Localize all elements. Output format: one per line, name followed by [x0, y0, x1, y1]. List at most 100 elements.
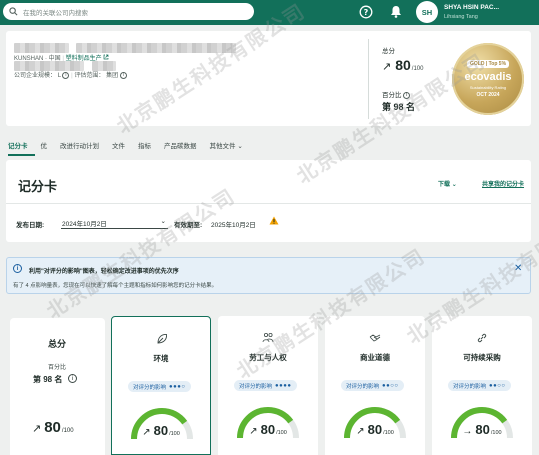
theme-score-value: 80 — [475, 422, 490, 437]
redacted-name — [76, 43, 236, 53]
main-tabs: 记分卡 优 改进行动计划 文件 指标 产品碳数据 其他文件 ⌄ — [8, 140, 256, 156]
valid-until-value: 2025年10月2日 — [211, 222, 256, 229]
company-size-label: 公司企业规模： — [14, 73, 57, 79]
share-scorecard-button[interactable]: 共享我的记分卡 — [482, 179, 524, 188]
overall-score-value: 80 — [44, 419, 61, 436]
theme-score-denominator: /100 — [169, 431, 180, 437]
trend-flat-icon: → — [462, 426, 473, 437]
chevron-down-icon: ⌄ — [237, 143, 243, 150]
company-size-value: L — [57, 73, 61, 79]
percentile-label: 百分比 — [48, 365, 67, 371]
trend-up-icon: ↗ — [356, 426, 365, 437]
publish-date-value: 2024年10月2日 — [62, 221, 107, 228]
percentile-rank: 第 98 名 — [33, 375, 63, 384]
theme-name: 可持续采购 — [463, 353, 501, 362]
download-button[interactable]: 下载 ⌄ — [438, 179, 457, 188]
banner-description: 有了 4 点影响量表，您现在可以快速了解每个主题和指标如何影响您的记分卡结果。 — [13, 283, 218, 289]
account-company-name[interactable]: SHYA HSIN PAC... — [444, 4, 499, 11]
external-link-icon — [103, 54, 109, 60]
valid-until-label: 有效期至: — [174, 222, 203, 229]
publish-date-select[interactable]: 2024年10月2日 ⌄ — [61, 214, 168, 229]
info-icon[interactable]: i — [62, 71, 70, 79]
handshake-icon — [369, 334, 381, 342]
theme-score-value: 80 — [153, 423, 169, 438]
total-score: ↗ 80 /100 — [382, 57, 423, 73]
theme-card-environment[interactable]: 环境 对评分的影响 ●●●○ ↗ 80/100 — [111, 316, 211, 455]
impact-badge: 对评分的影响 ●●●○ — [128, 381, 191, 392]
total-score-label: 总分 — [382, 48, 395, 55]
theme-card-ethics[interactable]: 商业道德 对评分的影响 ●●○○ ↗ 80/100 — [325, 316, 425, 455]
search-input[interactable]: 在我的关联公司内搜索 — [3, 3, 254, 20]
info-icon[interactable]: i — [403, 91, 411, 99]
help-icon[interactable]: ? — [358, 4, 373, 19]
total-score-label: 总分 — [48, 339, 67, 349]
page-title: 记分卡 — [18, 179, 58, 194]
company-sector-link[interactable]: 塑料制品生产 — [66, 56, 102, 62]
theme-score: ↗ 80/100 — [325, 422, 425, 437]
impact-dots: ●●●● — [275, 382, 292, 389]
warning-icon — [269, 216, 279, 227]
theme-card-sustainable-procurement[interactable]: 可持续采购 对评分的影响 ●●○○ → 80/100 — [432, 316, 532, 455]
theme-name: 环境 — [153, 354, 169, 363]
link-chain-icon — [477, 333, 487, 343]
redacted-name — [14, 43, 69, 53]
banner-title: 利用"对评分的影响"图表，轻松确定改进事项的优先次序 — [29, 269, 179, 275]
impact-badge: 对评分的影响 ●●●● — [234, 380, 297, 391]
theme-name: 商业道德 — [360, 353, 390, 362]
tab-product-carbon[interactable]: 产品碳数据 — [164, 140, 204, 156]
tab-metrics[interactable]: 指标 — [138, 140, 158, 156]
people-icon — [262, 332, 274, 343]
overall-score-panel: 总分 百分比 第 98 名 i ↗ 80 /100 — [10, 318, 105, 455]
scope-label: 评估范围： — [74, 73, 105, 79]
notification-bell-icon[interactable] — [388, 4, 403, 19]
theme-score-denominator: /100 — [490, 430, 502, 436]
theme-card-labor-human-rights[interactable]: 劳工与人权 对评分的影响 ●●●● ↗ 80/100 — [218, 316, 318, 455]
impact-badge: 对评分的影响 ●●○○ — [341, 380, 404, 391]
search-placeholder: 在我的关联公司内搜索 — [23, 9, 88, 17]
close-icon[interactable]: ✕ — [514, 263, 522, 274]
avatar[interactable]: SH — [416, 1, 438, 23]
top-bar: 在我的关联公司内搜索 ? SH SHYA HSIN PAC... Lihsian… — [0, 0, 539, 25]
percentile-label: 百分比 i — [382, 89, 411, 99]
total-score-denominator: /100 — [411, 66, 424, 72]
theme-score-value: 80 — [260, 422, 276, 437]
chevron-down-icon: ⌄ — [160, 218, 166, 225]
medal-date: OCT 2024 — [476, 92, 500, 98]
divider — [368, 39, 369, 119]
tab-corrective-action-plan[interactable]: 改进行动计划 — [60, 140, 106, 156]
trend-up-icon: ↗ — [382, 61, 392, 73]
company-meta: 公司企业规模： L i | 评估范围： 集团 i — [14, 70, 127, 79]
trend-up-icon: ↗ — [249, 426, 258, 437]
scope-value: 集团 — [106, 73, 119, 79]
tab-other-documents[interactable]: 其他文件 ⌄ — [210, 140, 250, 156]
medal-tier: GOLD | Top 5% — [466, 60, 510, 68]
tab-strengths[interactable]: 优 — [41, 140, 55, 156]
total-score-value: 80 — [395, 57, 411, 73]
info-icon[interactable]: i — [68, 374, 77, 383]
theme-score: ↗ 80/100 — [218, 422, 318, 437]
overall-score: ↗ 80 /100 — [32, 419, 74, 436]
company-location-line: KUNSHAN · 中国 | 塑料制品生产 — [14, 53, 109, 62]
theme-name: 劳工与人权 — [249, 353, 287, 362]
theme-score: ↗ 80/100 — [112, 423, 210, 438]
impact-badge: 对评分的影响 ●●○○ — [448, 380, 511, 391]
impact-dots: ●●○○ — [382, 382, 399, 389]
tab-scorecard[interactable]: 记分卡 — [8, 140, 35, 156]
info-icon[interactable]: i — [119, 71, 127, 79]
info-banner: i 利用"对评分的影响"图表，轻松确定改进事项的优先次序 有了 4 点影响量表，… — [6, 257, 531, 294]
company-location: KUNSHAN · 中国 — [14, 56, 61, 62]
percentile-rank: 第 98 名 — [382, 102, 416, 112]
publish-date-label: 发布日期: — [16, 222, 45, 229]
overall-score-denominator: /100 — [61, 428, 74, 434]
theme-score-denominator: /100 — [383, 430, 394, 436]
divider — [6, 203, 531, 204]
trend-up-icon: ↗ — [142, 427, 151, 438]
medal-subtitle: Sustainability Rating — [469, 85, 507, 90]
leaf-icon — [157, 334, 167, 344]
theme-score: → 80/100 — [432, 422, 532, 437]
impact-dots: ●●○○ — [489, 382, 506, 389]
ecovadis-gold-medal: GOLD | Top 5% ecovadis Sustainability Ra… — [452, 43, 524, 115]
tab-documents[interactable]: 文件 — [112, 140, 132, 156]
account-user-name: Lihsiang Tang — [444, 14, 478, 20]
impact-dots: ●●●○ — [169, 383, 186, 390]
